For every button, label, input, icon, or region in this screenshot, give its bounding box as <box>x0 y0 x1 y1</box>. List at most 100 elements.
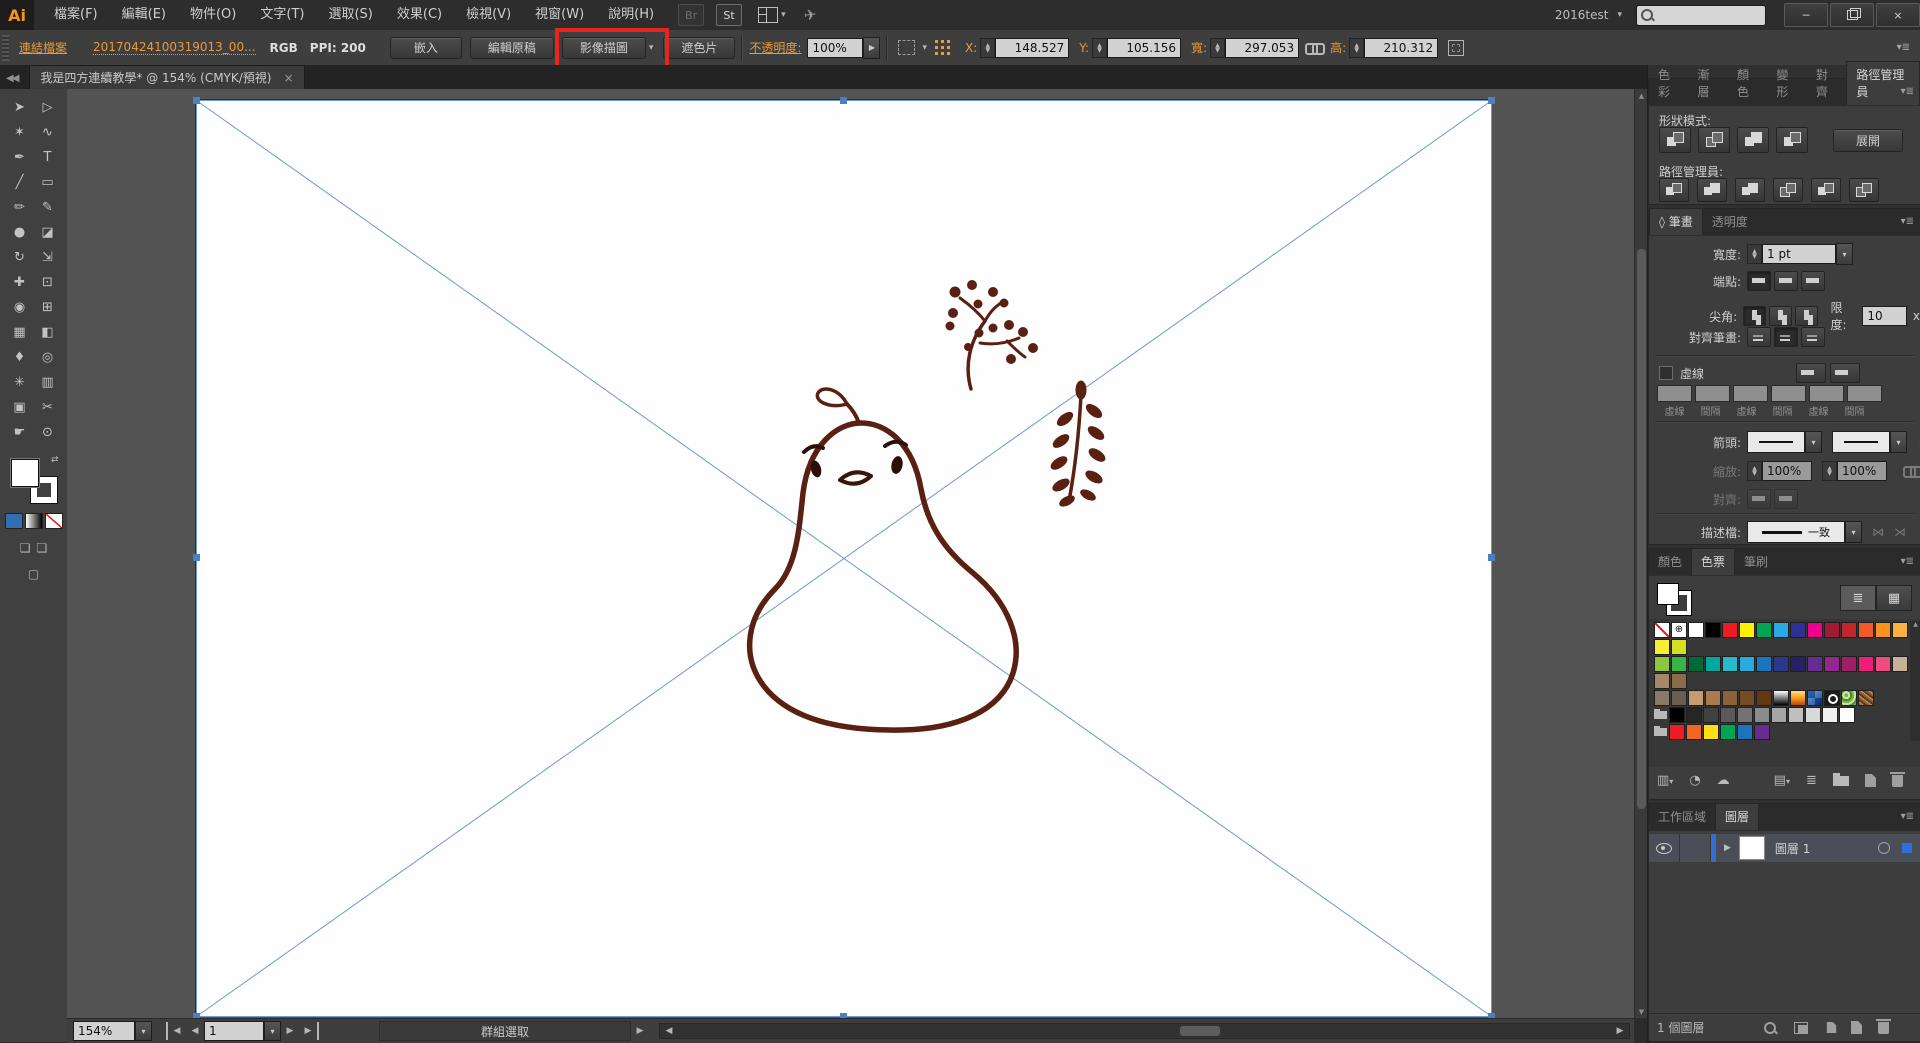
swatch[interactable] <box>1822 707 1838 723</box>
none-mode-chip[interactable] <box>45 513 63 529</box>
menu-item[interactable]: 視窗(W) <box>523 0 596 30</box>
swatch[interactable] <box>1892 656 1908 672</box>
dash-preserve-button[interactable] <box>1796 363 1826 383</box>
status-menu-icon[interactable]: ▶ <box>631 1022 649 1040</box>
menu-item[interactable]: 說明(H) <box>596 0 666 30</box>
tab-筆刷[interactable]: 筆刷 <box>1735 549 1777 575</box>
swatch[interactable] <box>1705 690 1721 706</box>
shape-mode-unite-button[interactable] <box>1659 127 1691 153</box>
horizontal-scroll-thumb[interactable] <box>1180 1026 1220 1036</box>
swatch-reg[interactable]: ⊕ <box>1671 622 1687 638</box>
stroke-width-field[interactable]: 1 pt <box>1762 244 1836 264</box>
selection-handles[interactable] <box>193 97 1495 1018</box>
swatch[interactable] <box>1720 707 1736 723</box>
scale-end-stepper[interactable]: ▲▼ <box>1822 461 1837 481</box>
selection-bounds[interactable] <box>197 101 1492 1017</box>
swatch[interactable] <box>1756 622 1772 638</box>
swatch-g-bw[interactable] <box>1773 690 1789 706</box>
dash-field[interactable] <box>1809 385 1844 402</box>
swatch[interactable] <box>1805 707 1821 723</box>
scroll-left-icon[interactable]: ◀ <box>660 1025 678 1037</box>
swatch[interactable] <box>1654 639 1670 655</box>
flip-across-icon[interactable]: ⋊ <box>1894 525 1906 539</box>
join-miter-button[interactable] <box>1743 306 1766 326</box>
swatch-libraries-icon[interactable]: ▥▾ <box>1657 773 1673 788</box>
link-dimensions-icon[interactable] <box>1305 43 1321 53</box>
scale-start-field[interactable]: 100% <box>1762 461 1812 481</box>
restore-button[interactable] <box>1830 3 1874 27</box>
swatch[interactable] <box>1703 707 1719 723</box>
tab-顏色[interactable]: 顏色 <box>1728 62 1767 105</box>
filename-link[interactable]: 20170424100319013_00... <box>93 40 256 55</box>
pathfinder-outline-button[interactable] <box>1811 178 1841 202</box>
swatch-g-bl[interactable] <box>1807 690 1823 706</box>
menu-item[interactable]: 選取(S) <box>316 0 384 30</box>
swatches-scrollbar[interactable]: ▲ <box>1910 621 1920 741</box>
list-view-button[interactable]: ≣ <box>1840 585 1876 611</box>
image-trace-button[interactable]: 影像描圖 <box>562 37 646 59</box>
stroke-panel-menu-icon[interactable]: ▾≣ <box>1901 216 1914 227</box>
color-themes-icon[interactable]: ◔ <box>1689 773 1700 788</box>
paintbrush-tool[interactable]: ✏ <box>6 195 34 220</box>
rotate-tool[interactable]: ↻ <box>6 245 34 270</box>
grid-view-button[interactable]: ▦ <box>1876 585 1912 611</box>
eyedropper-tool[interactable]: ♦ <box>6 345 34 370</box>
dash-field[interactable] <box>1733 385 1768 402</box>
swatch[interactable] <box>1669 707 1685 723</box>
app-logo[interactable]: Ai <box>0 0 34 30</box>
swatch[interactable] <box>1722 656 1738 672</box>
new-color-group-icon[interactable] <box>1833 776 1849 786</box>
swatch[interactable] <box>1671 673 1687 689</box>
panel-menu-icon[interactable]: ▾≣ <box>1901 556 1914 567</box>
tab-漸層[interactable]: 漸層 <box>1688 62 1727 105</box>
arrowhead-end-select[interactable] <box>1832 431 1890 453</box>
dash-field[interactable] <box>1657 385 1692 402</box>
cap-round-button[interactable] <box>1774 271 1798 291</box>
swatch[interactable] <box>1739 622 1755 638</box>
swatch[interactable] <box>1858 622 1874 638</box>
document-tab[interactable]: 我是四方連續教學* @ 154% (CMYK/預視) × <box>29 65 304 89</box>
width-field[interactable]: 297.053 <box>1225 38 1299 58</box>
stock-button[interactable]: St <box>716 4 742 26</box>
menu-item[interactable]: 效果(C) <box>385 0 454 30</box>
symbol-sprayer-tool[interactable]: ✳ <box>6 370 34 395</box>
canvas[interactable] <box>67 89 1634 1018</box>
arrange-documents-dropdown-icon[interactable]: ▾ <box>781 10 786 20</box>
opacity-popup-icon[interactable]: ▶ <box>863 37 880 59</box>
artboard-tool[interactable]: ▣ <box>6 395 34 420</box>
fill-chip[interactable] <box>11 459 39 487</box>
free-transform-tool[interactable]: ⊡ <box>34 270 62 295</box>
new-sublayer-icon[interactable] <box>1827 1022 1836 1033</box>
swatch[interactable] <box>1705 622 1721 638</box>
layer-lock-cell[interactable] <box>1680 834 1711 862</box>
align-stroke-outside-button[interactable] <box>1801 327 1825 347</box>
zoom-dropdown-icon[interactable]: ▾ <box>135 1021 152 1041</box>
image-trace-dropdown-icon[interactable]: ▾ <box>649 43 654 53</box>
transform-options-icon[interactable] <box>1448 40 1464 56</box>
opacity-field[interactable]: 100% <box>807 38 863 58</box>
swatch[interactable] <box>1824 656 1840 672</box>
zoom-tool[interactable]: ⊙ <box>34 420 62 445</box>
swatch[interactable] <box>1686 707 1702 723</box>
swap-fill-stroke-icon[interactable]: ⇄ <box>51 455 59 465</box>
screen-mode-icon[interactable]: ▢ <box>28 567 39 581</box>
tab-transparency[interactable]: 透明度 <box>1703 209 1757 235</box>
shape-mode-exclude-button[interactable] <box>1776 127 1808 153</box>
swatch[interactable] <box>1807 622 1823 638</box>
swatch[interactable] <box>1739 690 1755 706</box>
swatch-kinds-icon[interactable]: ▤▾ <box>1774 773 1790 788</box>
swatch[interactable] <box>1841 622 1857 638</box>
swatch-p-flo[interactable] <box>1841 690 1857 706</box>
y-stepper[interactable]: ▲▼ <box>1092 38 1107 58</box>
link-scales-icon[interactable] <box>1903 466 1919 476</box>
miter-limit-field[interactable]: 10 <box>1862 306 1907 326</box>
cap-projecting-button[interactable] <box>1801 271 1825 291</box>
layer-expand-icon[interactable]: ▶ <box>1724 843 1731 853</box>
swatch[interactable] <box>1654 656 1670 672</box>
sketch-bird[interactable] <box>750 389 1016 730</box>
layer-selected-art-indicator[interactable] <box>1902 843 1912 853</box>
type-tool[interactable]: T <box>34 145 62 170</box>
swatch[interactable] <box>1686 724 1702 740</box>
swatch-folder[interactable] <box>1654 707 1668 721</box>
direct-selection-tool[interactable]: ▷ <box>34 95 62 120</box>
